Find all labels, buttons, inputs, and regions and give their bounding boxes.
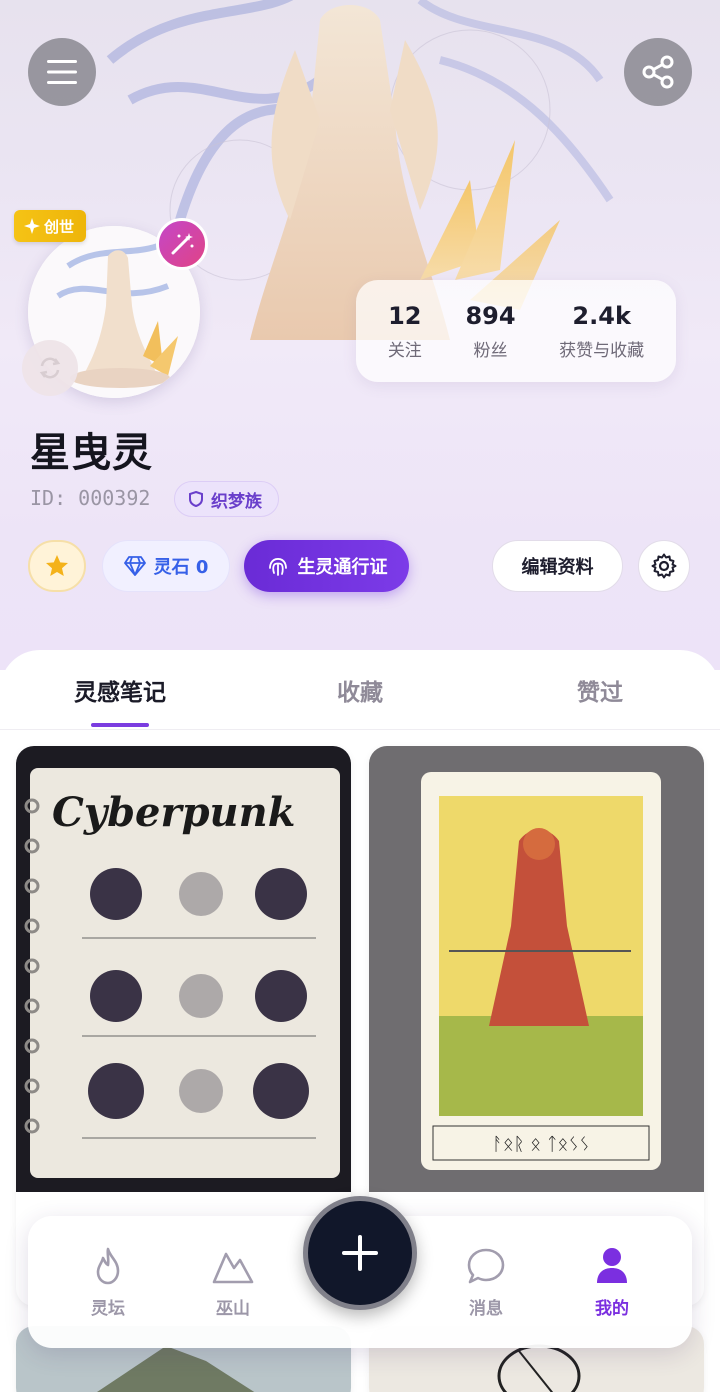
stat-likes-collections[interactable]: 2.4k 获赞与收藏 <box>559 302 644 361</box>
swap-avatar-button[interactable] <box>22 340 78 396</box>
stat-followers[interactable]: 894 粉丝 <box>465 302 515 361</box>
share-icon <box>642 55 674 89</box>
spirit-stone-button[interactable]: 灵石 0 <box>102 540 230 592</box>
cyberpunk-title: Cyberpunk <box>52 789 295 836</box>
nav-item-wushan[interactable]: 巫山 <box>193 1244 273 1319</box>
tribe-badge[interactable]: 织梦族 <box>174 481 279 517</box>
stat-label: 获赞与收藏 <box>559 340 645 361</box>
tab-liked[interactable]: 赞过 <box>480 650 720 729</box>
flame-icon <box>96 1247 120 1285</box>
creator-badge: 创世 <box>14 210 87 242</box>
stat-following[interactable]: 12 关注 <box>388 302 422 361</box>
menu-button[interactable] <box>28 38 96 106</box>
mountain-icon <box>212 1252 254 1284</box>
nav-item-messages[interactable]: 消息 <box>446 1244 526 1319</box>
stat-label: 关注 <box>387 340 422 361</box>
stat-value: 2.4k <box>572 301 631 330</box>
settings-button[interactable] <box>638 540 690 592</box>
nav-label: 灵坛 <box>91 1299 125 1319</box>
spirit-pass-label: 生灵通行证 <box>297 557 388 578</box>
tribe-label: 织梦族 <box>211 491 262 512</box>
share-button[interactable] <box>624 38 692 106</box>
creator-badge-label: 创世 <box>44 217 75 236</box>
note-image-cyberpunk-sketchbook: Cyberpunk <box>16 746 351 1192</box>
content-tabs: 灵感笔记 收藏 赞过 <box>0 650 720 730</box>
tab-label: 收藏 <box>337 679 383 706</box>
username: 星曳灵 <box>30 430 153 476</box>
active-tab-indicator <box>91 723 149 727</box>
magic-wand-icon <box>171 233 194 255</box>
favorite-button[interactable] <box>28 540 86 592</box>
tab-label: 灵感笔记 <box>74 679 166 706</box>
tab-label: 赞过 <box>577 679 623 706</box>
stat-value: 12 <box>388 301 422 330</box>
tab-collections[interactable]: 收藏 <box>240 650 480 729</box>
nav-item-altar[interactable]: 灵坛 <box>68 1244 148 1319</box>
gear-icon <box>651 553 677 579</box>
sparkle-icon <box>24 218 40 234</box>
stat-value: 894 <box>465 301 516 330</box>
user-id: ID: 000392 <box>30 486 151 510</box>
fingerprint-icon <box>268 557 287 576</box>
diamond-icon <box>123 556 146 576</box>
note-image-tarot-card: ᚨᛟᚱ ᛟ ᛏᛟᛊᛊ <box>369 746 704 1192</box>
star-icon <box>46 555 68 576</box>
stat-label: 粉丝 <box>473 340 508 361</box>
refresh-icon <box>39 357 61 379</box>
plus-icon <box>342 1235 378 1271</box>
nav-item-mine[interactable]: 我的 <box>572 1244 652 1319</box>
menu-icon <box>47 60 77 84</box>
spirit-stone-label: 灵石 0 <box>153 557 209 578</box>
nav-label: 消息 <box>469 1299 503 1319</box>
nav-label: 巫山 <box>216 1299 250 1319</box>
shield-icon <box>189 491 203 507</box>
chat-bubble-icon <box>467 1248 505 1284</box>
create-post-button[interactable] <box>303 1196 417 1310</box>
nav-label: 我的 <box>595 1299 629 1319</box>
edit-profile-button[interactable]: 编辑资料 <box>492 540 623 592</box>
stats-card: 12 关注 894 粉丝 2.4k 获赞与收藏 <box>356 280 676 382</box>
tarot-caption: ᚨᛟᚱ ᛟ ᛏᛟᛊᛊ <box>492 1134 590 1155</box>
person-icon <box>597 1248 627 1283</box>
magic-wand-button[interactable] <box>156 218 208 270</box>
tab-inspiration-notes[interactable]: 灵感笔记 <box>0 650 240 729</box>
spirit-pass-button[interactable]: 生灵通行证 <box>244 540 409 592</box>
